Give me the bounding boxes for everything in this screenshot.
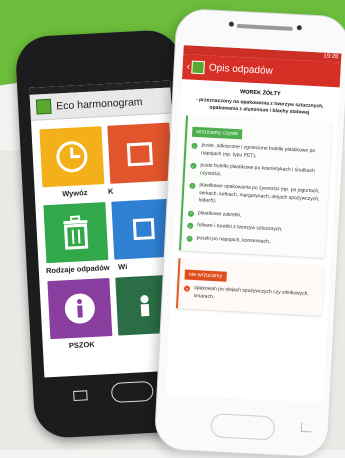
info-icon [64, 293, 95, 324]
list-item: ✓ plastikowe zakrętki, [187, 209, 242, 218]
home-button[interactable] [210, 413, 276, 441]
front-phone-nav [155, 400, 329, 449]
tile-label-pszok: PSZOK [68, 339, 95, 351]
sensor-icon [228, 21, 235, 27]
check-icon: ✓ [187, 222, 194, 229]
rejected-card: nie wrzucamy ✕ opakowań po olejach spożyw… [175, 258, 325, 316]
back-arrow-icon[interactable]: ‹ [186, 61, 190, 72]
list-item: ✓ puszki po napojach, konserwach, [186, 234, 271, 245]
list-item: ✓ foliowe i torebki z tworzyw sztucznych, [187, 222, 283, 233]
clock-icon [56, 141, 88, 173]
people-icon [140, 295, 150, 317]
check-icon: ✓ [191, 142, 198, 150]
bag-description: - przeznaczony na opakowania z tworzyw s… [195, 96, 324, 116]
check-icon: ✓ [190, 162, 197, 169]
page-title: Opis odpadów [208, 62, 274, 77]
camera-icon [296, 25, 302, 31]
rejected-badge: nie wrzucamy [184, 269, 227, 282]
app-logo-icon [35, 98, 52, 115]
home-button[interactable] [110, 380, 154, 404]
content: WOREK ŻÓŁTY - przeznaczony na opakowania… [170, 79, 340, 320]
list-item: ✕ opakowań po olejach spożywczych czy sil… [183, 285, 309, 300]
app-title: Eco harmonogram [55, 95, 143, 112]
calendar-icon [126, 142, 153, 167]
list-item: ✓ plastikowe opakowania po żywności (np. … [189, 182, 320, 205]
map-icon [132, 218, 155, 241]
front-phone-screen: 19:28 ‹ Opis odpadów WOREK ŻÓŁTY - przez… [165, 45, 342, 403]
tile-pszok[interactable] [47, 277, 113, 340]
recent-apps-icon[interactable] [73, 390, 88, 401]
accepted-card: wrzucamy czyste ✓ puste, odkręcone i zgni… [178, 115, 332, 258]
list-item: ✓ puste, odkręcone i zgniecione butelki p… [191, 142, 316, 159]
cross-icon: ✕ [183, 285, 191, 292]
status-time: 19:28 [323, 53, 339, 61]
tile-label-rodzaje: Rodzaje odpadów [45, 262, 110, 276]
check-icon: ✓ [189, 182, 196, 189]
check-icon: ✓ [186, 235, 193, 242]
tile-label-wi: Wi [117, 262, 128, 272]
tile-kalendarz[interactable] [107, 122, 173, 184]
accepted-badge: wrzucamy czyste [191, 126, 243, 140]
speaker-grille [236, 23, 293, 31]
app-logo-icon [191, 60, 206, 75]
back-nav-icon[interactable] [300, 422, 313, 433]
tile-label-k: K [107, 186, 114, 196]
front-phone: 19:28 ‹ Opis odpadów WOREK ŻÓŁTY - przez… [153, 7, 345, 458]
list-item: ✓ puste butelki plastikowe po kosmetykach… [190, 162, 315, 177]
trash-icon [63, 215, 89, 250]
tile-rodzaje-odpadow[interactable] [43, 202, 109, 264]
check-icon: ✓ [187, 210, 195, 217]
tile-wywoz[interactable] [39, 126, 105, 188]
